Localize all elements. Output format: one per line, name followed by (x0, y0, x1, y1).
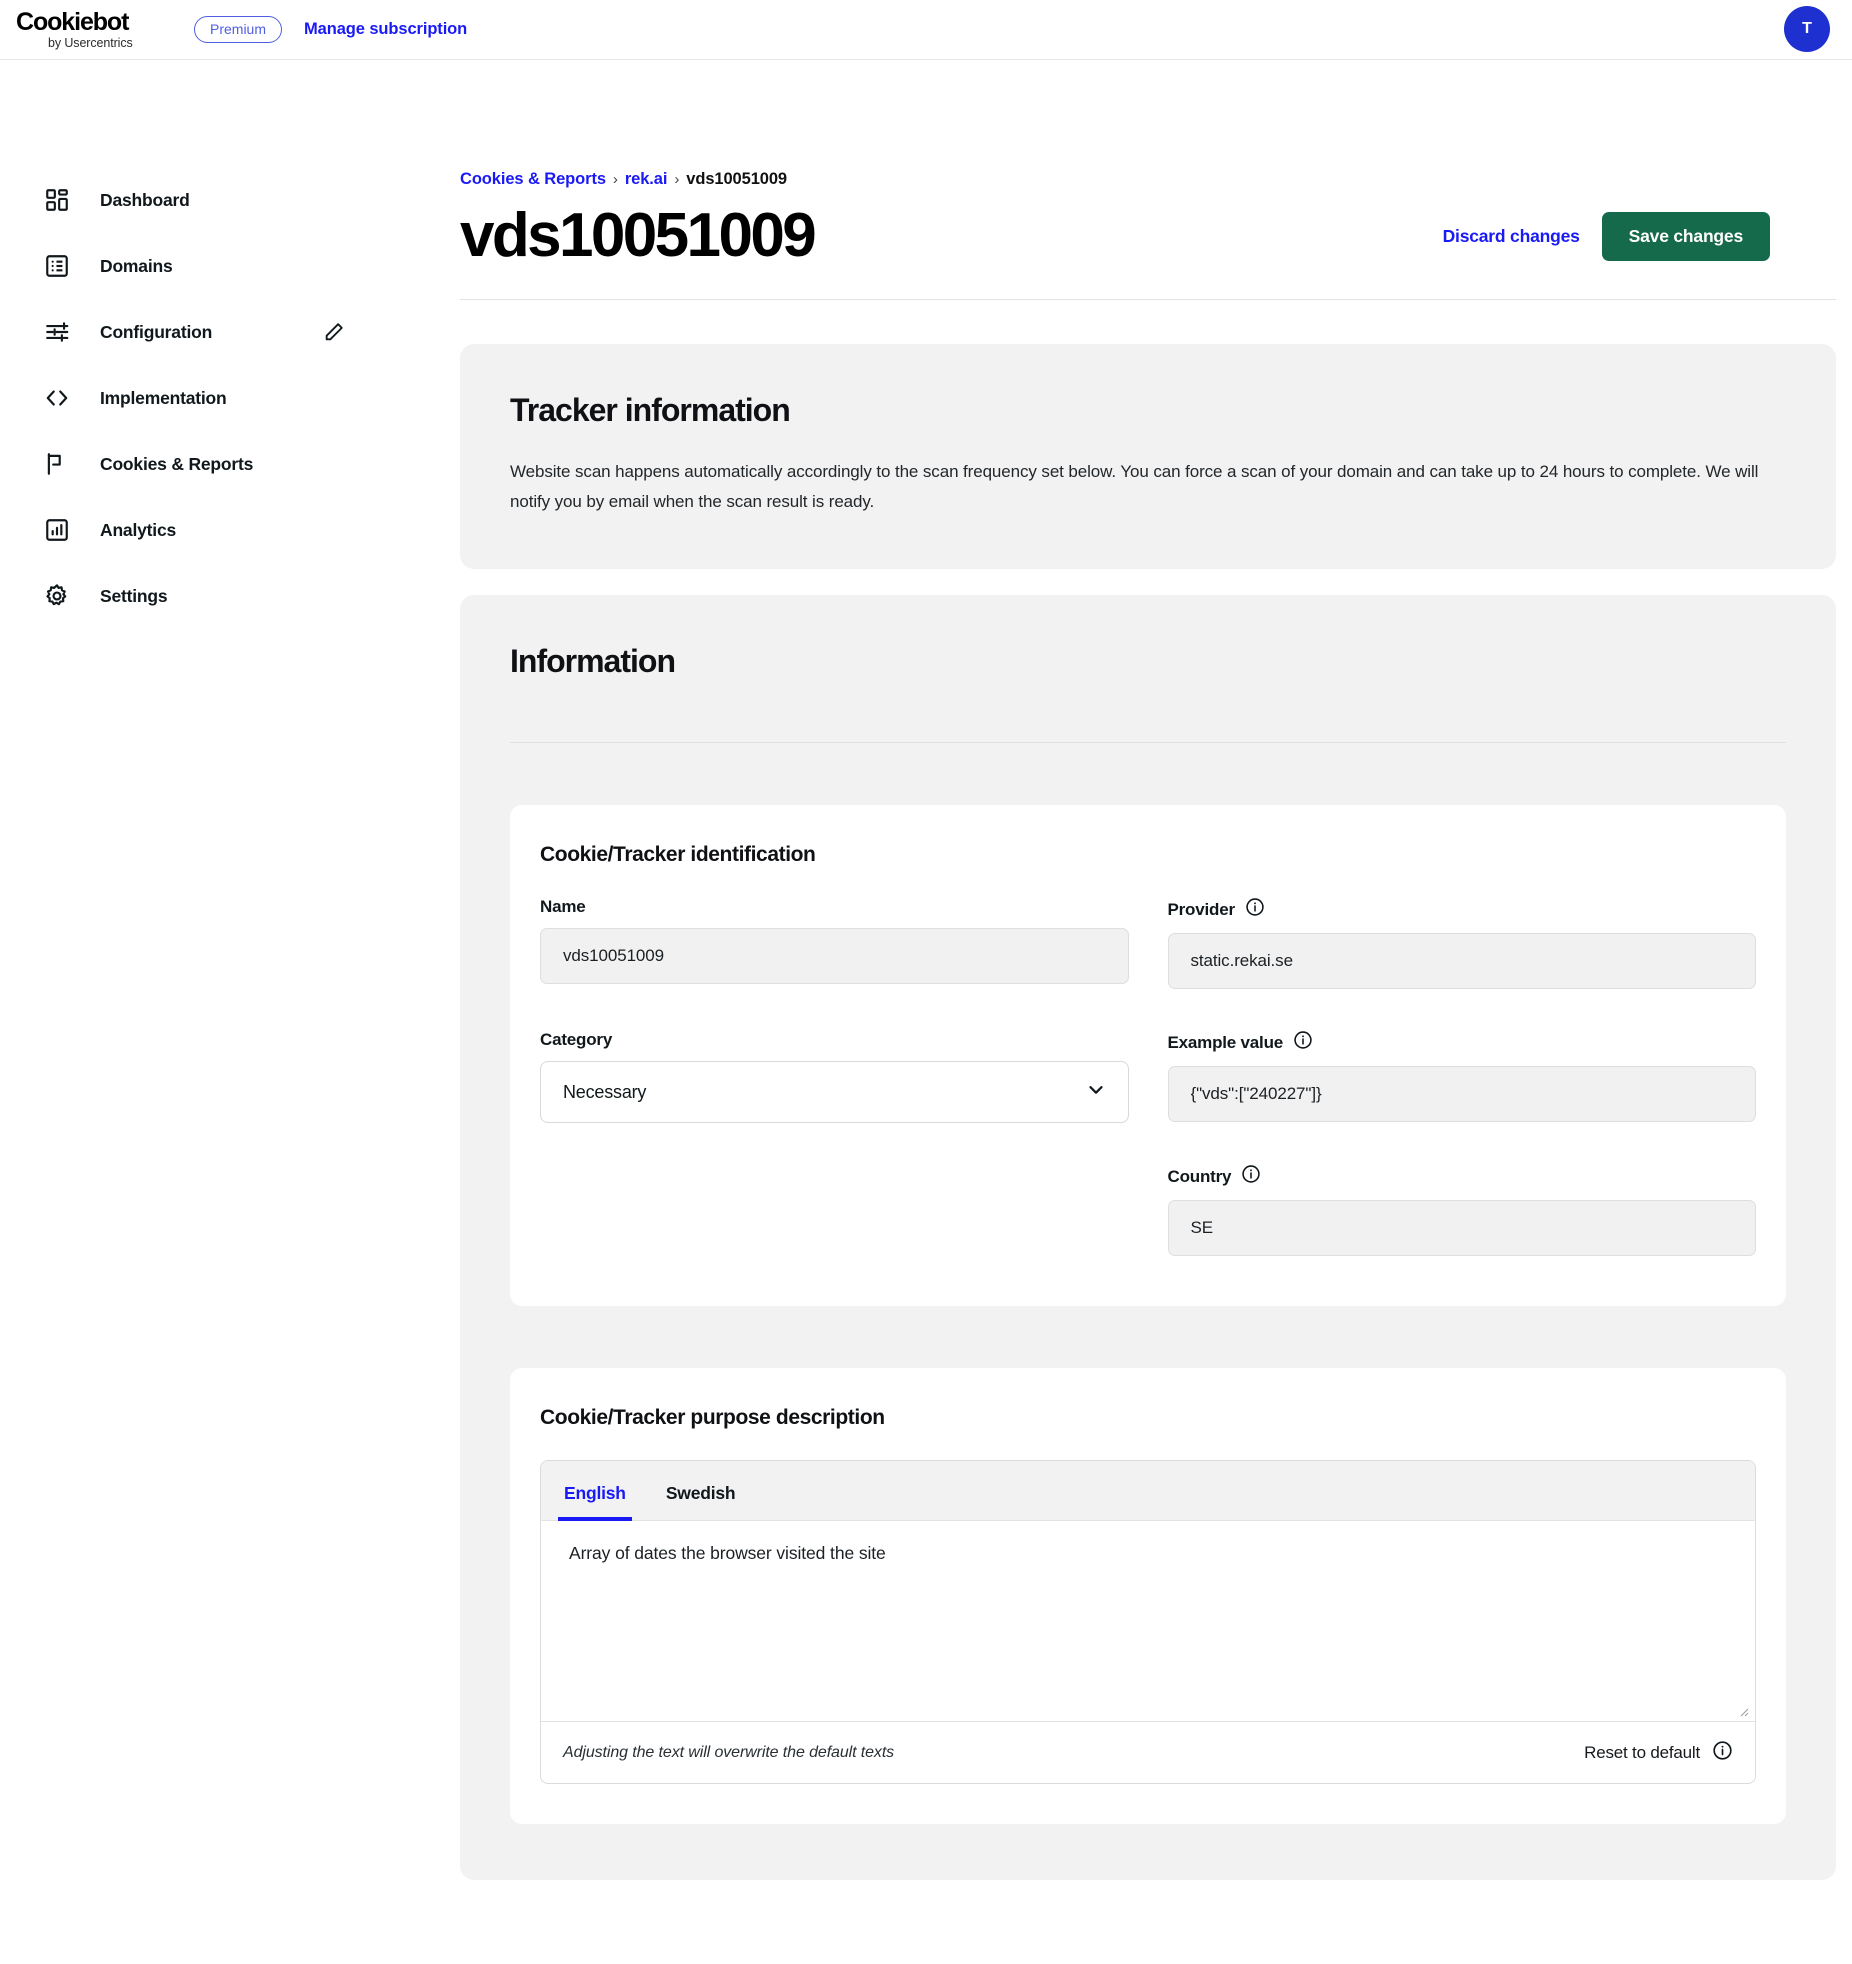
example-value-label-text: Example value (1168, 1033, 1284, 1053)
sidebar-item-settings[interactable]: Settings (0, 576, 460, 616)
sidebar-item-label: Dashboard (100, 190, 190, 211)
tracker-information-heading: Tracker information (510, 392, 1786, 429)
field-provider: Provider (1168, 897, 1757, 989)
sidebar-item-cookies-reports[interactable]: Cookies & Reports (0, 444, 460, 484)
page-title: vds10051009 (460, 201, 814, 271)
provider-input[interactable] (1168, 933, 1757, 989)
field-country: Country (1168, 1164, 1757, 1256)
name-label: Name (540, 897, 1129, 917)
example-value-input[interactable] (1168, 1066, 1757, 1122)
field-name: Name (540, 897, 1129, 989)
language-tabs: English Swedish (541, 1461, 1755, 1521)
breadcrumb-parent[interactable]: rek.ai (625, 170, 668, 189)
sidebar: Dashboard Domains (0, 60, 460, 642)
breadcrumb-separator: › (674, 171, 679, 188)
reset-to-default-button[interactable]: Reset to default (1584, 1743, 1700, 1763)
main-content: Cookies & Reports › rek.ai › vds10051009… (460, 60, 1852, 1880)
info-icon[interactable] (1293, 1030, 1313, 1055)
identification-heading: Cookie/Tracker identification (540, 843, 1756, 867)
brand-subtitle: by Usercentrics (48, 36, 158, 50)
example-value-label: Example value (1168, 1030, 1757, 1055)
sidebar-item-label: Analytics (100, 520, 176, 541)
bar-chart-icon (42, 515, 72, 545)
gear-icon (42, 581, 72, 611)
country-label: Country (1168, 1164, 1757, 1189)
tab-english[interactable]: English (561, 1483, 629, 1520)
breadcrumb-separator: › (613, 171, 618, 188)
category-select-value: Necessary (563, 1082, 646, 1103)
top-bar: Cookiebot by Usercentrics Premium Manage… (0, 0, 1852, 60)
provider-label: Provider (1168, 897, 1757, 922)
information-heading: Information (510, 643, 1786, 680)
grid-spacer (540, 1133, 1129, 1266)
provider-label-text: Provider (1168, 900, 1235, 920)
breadcrumb-root[interactable]: Cookies & Reports (460, 170, 606, 189)
purpose-description-note: Adjusting the text will overwrite the de… (563, 1744, 894, 1762)
header-divider (460, 299, 1836, 300)
country-label-text: Country (1168, 1167, 1232, 1187)
sidebar-item-label: Settings (100, 586, 167, 607)
breadcrumb-current: vds10051009 (686, 170, 787, 189)
sidebar-item-domains[interactable]: Domains (0, 246, 460, 286)
sidebar-item-dashboard[interactable]: Dashboard (0, 180, 460, 220)
header-actions: Discard changes Save changes (1443, 212, 1770, 271)
category-label: Category (540, 1030, 1129, 1050)
purpose-description-textarea[interactable] (541, 1521, 1755, 1721)
field-example-value: Example value (1168, 1030, 1757, 1123)
country-input[interactable] (1168, 1200, 1757, 1256)
tracker-information-card: Tracker information Website scan happens… (460, 344, 1836, 569)
save-changes-button[interactable]: Save changes (1602, 212, 1770, 261)
information-card: Information Cookie/Tracker identificatio… (460, 595, 1836, 1880)
purpose-description-panel: Cookie/Tracker purpose description Engli… (510, 1368, 1786, 1824)
purpose-description-box: English Swedish Adjusting the text will … (540, 1460, 1756, 1784)
brand-name: Cookiebot (16, 10, 158, 34)
information-divider (510, 742, 1786, 743)
sidebar-item-configuration[interactable]: Configuration (0, 312, 460, 352)
category-select-wrapper: Necessary (540, 1061, 1129, 1123)
name-label-text: Name (540, 897, 586, 917)
discard-changes-button[interactable]: Discard changes (1443, 226, 1580, 247)
page-header: vds10051009 Discard changes Save changes (460, 201, 1852, 271)
tab-swedish[interactable]: Swedish (663, 1483, 739, 1520)
plan-badge: Premium (194, 16, 282, 43)
code-icon (42, 383, 72, 413)
category-select[interactable]: Necessary (540, 1061, 1129, 1123)
cookiebot-logo: Cookiebot by Usercentrics (16, 10, 158, 50)
sidebar-item-label: Configuration (100, 322, 212, 343)
info-icon[interactable] (1241, 1164, 1261, 1189)
identification-panel: Cookie/Tracker identification Name Provi… (510, 805, 1786, 1306)
list-icon (42, 251, 72, 281)
manage-subscription-link[interactable]: Manage subscription (304, 20, 467, 39)
purpose-description-footer: Adjusting the text will overwrite the de… (541, 1721, 1755, 1783)
purpose-description-heading: Cookie/Tracker purpose description (540, 1406, 1756, 1430)
name-input[interactable] (540, 928, 1129, 984)
tracker-information-description: Website scan happens automatically accor… (510, 457, 1785, 517)
sliders-icon (42, 317, 72, 347)
sidebar-item-implementation[interactable]: Implementation (0, 378, 460, 418)
info-icon[interactable] (1245, 897, 1265, 922)
breadcrumb: Cookies & Reports › rek.ai › vds10051009 (460, 170, 1852, 189)
pencil-icon[interactable] (322, 320, 346, 344)
purpose-text-body (541, 1521, 1755, 1721)
flag-icon (42, 449, 72, 479)
dashboard-icon (42, 185, 72, 215)
sidebar-item-label: Implementation (100, 388, 227, 409)
category-label-text: Category (540, 1030, 612, 1050)
sidebar-item-analytics[interactable]: Analytics (0, 510, 460, 550)
sidebar-item-label: Domains (100, 256, 173, 277)
avatar[interactable]: T (1784, 6, 1830, 52)
reset-to-default-group: Reset to default (1584, 1740, 1733, 1766)
sidebar-item-label: Cookies & Reports (100, 454, 253, 475)
identification-fields: Name Provider (540, 897, 1756, 1266)
info-icon[interactable] (1712, 1740, 1733, 1766)
field-category: Category Necessary (540, 1030, 1129, 1123)
